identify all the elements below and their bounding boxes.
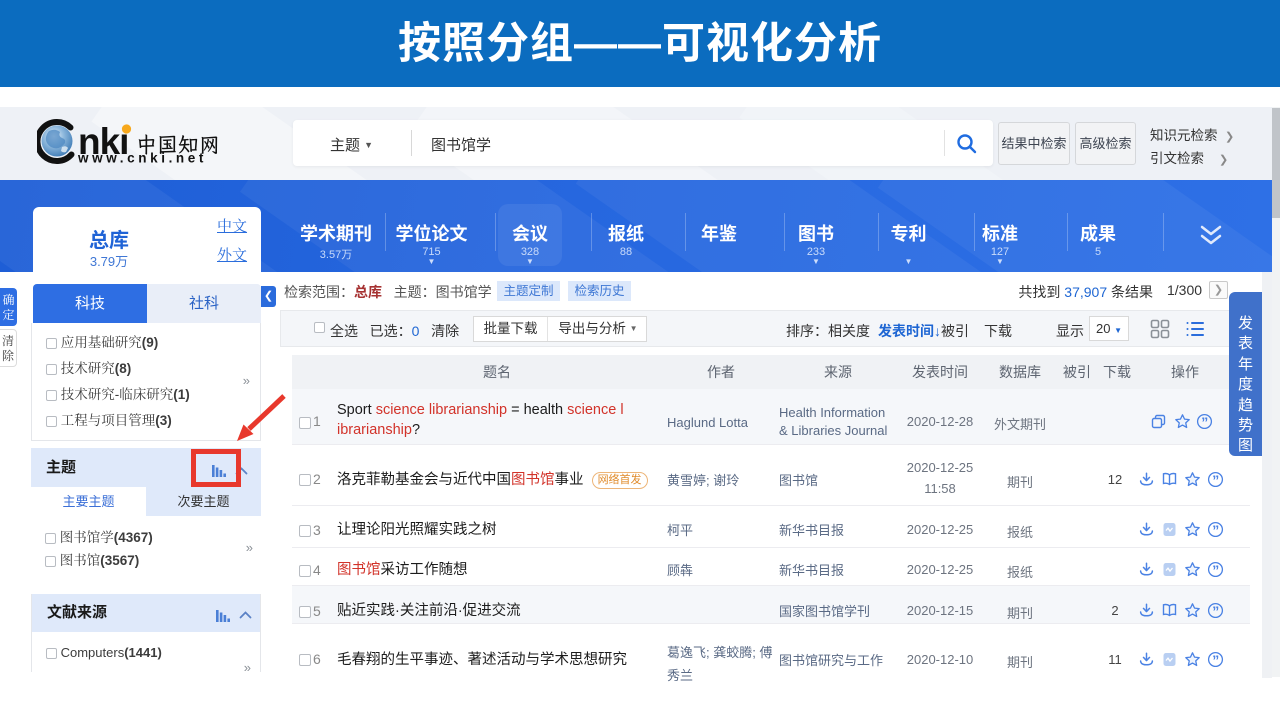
svg-text:”: ”: [1212, 562, 1219, 578]
svg-text:”: ”: [1212, 472, 1219, 488]
svg-text:”: ”: [1212, 603, 1219, 619]
svg-text:”: ”: [1201, 414, 1208, 430]
svg-text:www.cnki.net: www.cnki.net: [77, 151, 207, 166]
svg-text:”: ”: [1212, 522, 1219, 538]
svg-text:”: ”: [1212, 652, 1219, 668]
